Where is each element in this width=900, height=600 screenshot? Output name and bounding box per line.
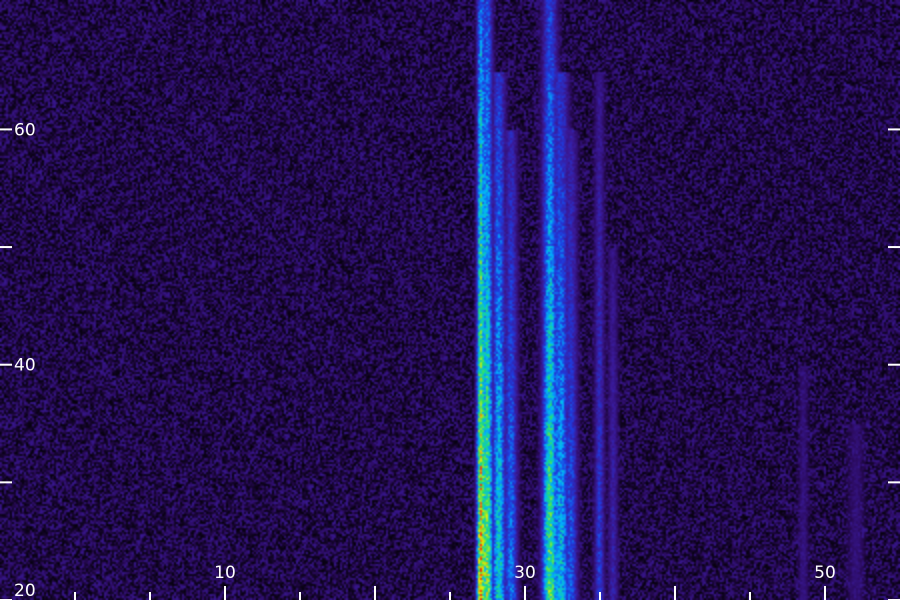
y-tick-label: 60 [14, 120, 36, 140]
spectrogram-heatmap [0, 0, 900, 600]
spectrogram-chart: 10 30 50 20 40 60 [0, 0, 900, 600]
x-tick-label: 50 [814, 563, 836, 583]
y-tick-label: 20 [14, 581, 36, 600]
x-tick-label: 30 [514, 563, 536, 583]
y-tick-label: 40 [14, 356, 36, 376]
x-tick-label: 10 [214, 563, 236, 583]
spectrogram-plot: 10 30 50 20 40 60 [0, 0, 900, 600]
